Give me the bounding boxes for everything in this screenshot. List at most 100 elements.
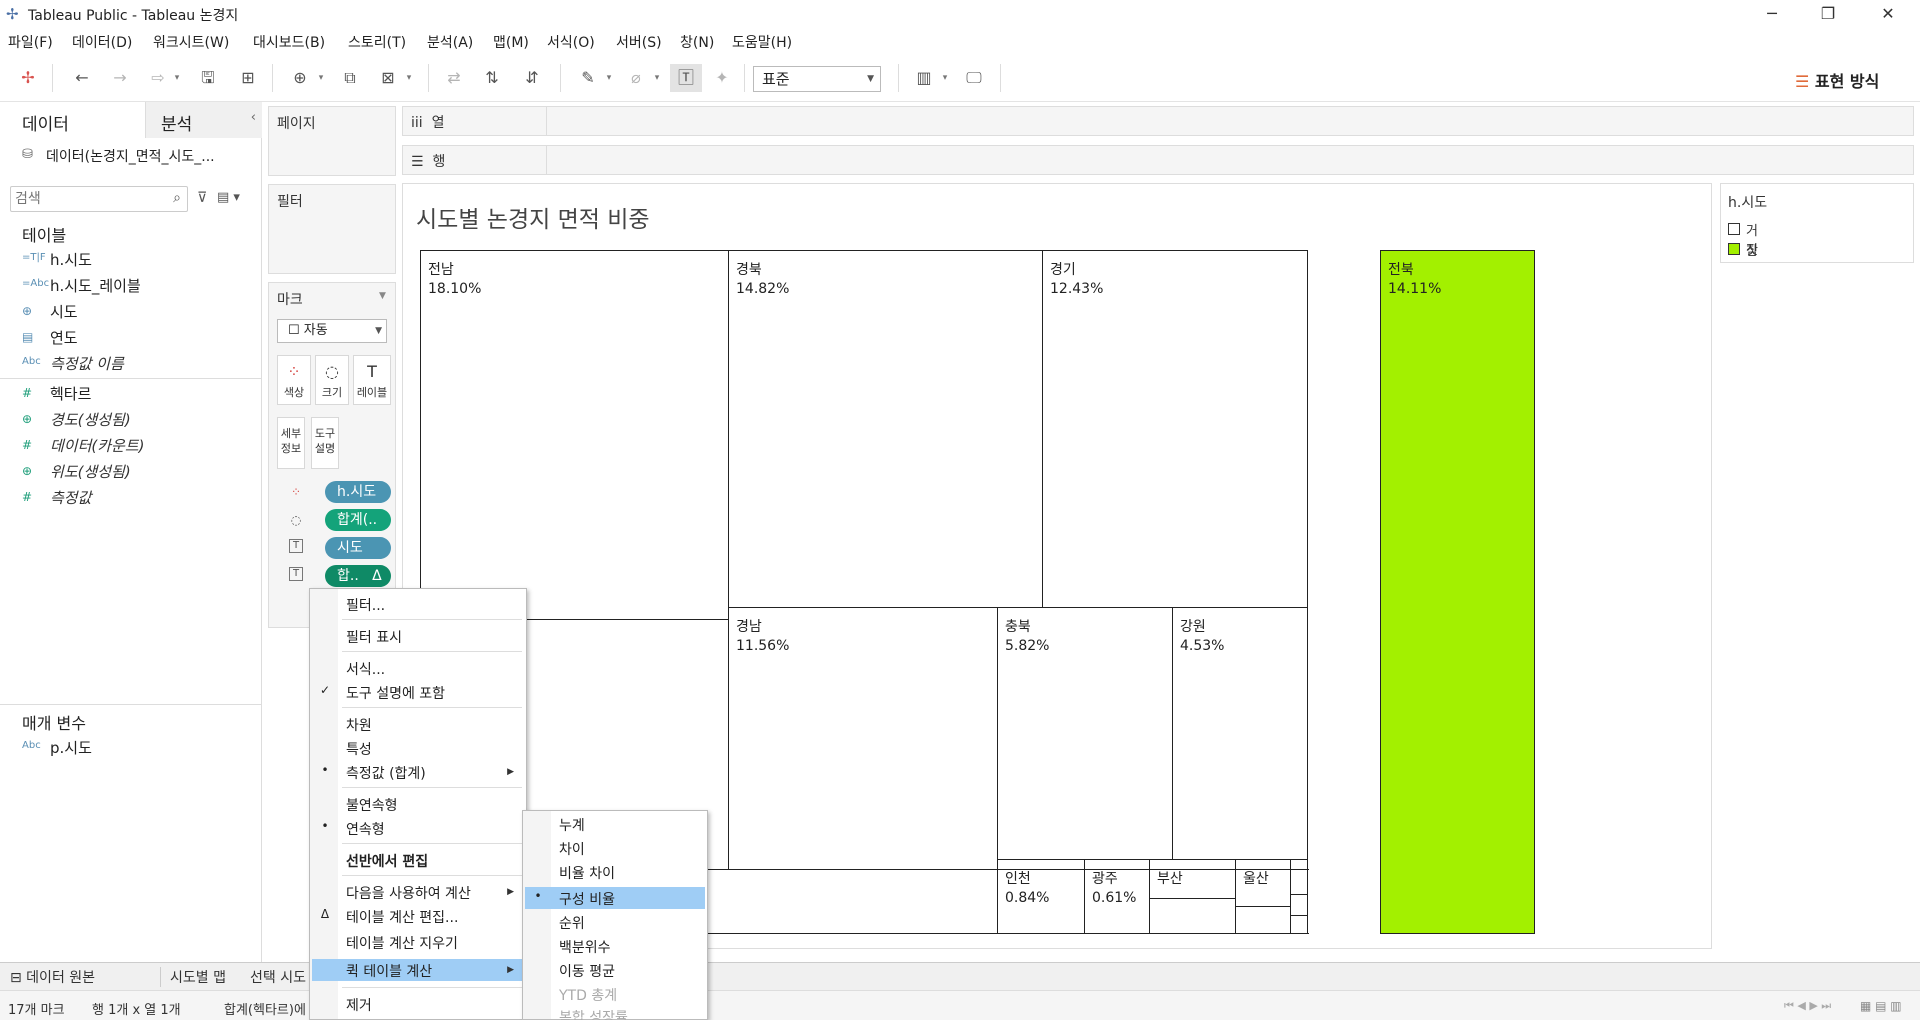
tableau-home-icon[interactable]: ✢ bbox=[16, 66, 40, 90]
show-mark-labels-icon[interactable]: 🅃 bbox=[670, 64, 702, 92]
new-worksheet-dropdown-icon[interactable]: ▾ bbox=[316, 66, 326, 90]
tooltip-button[interactable]: 도구 설명 bbox=[311, 417, 339, 469]
tab-analysis[interactable]: 분석 ‹ bbox=[145, 102, 262, 138]
show-cards-dropdown-icon[interactable]: ▾ bbox=[940, 66, 950, 90]
sub-percent-of-total[interactable]: 구성 비율 bbox=[559, 889, 615, 909]
filter-icon[interactable]: ⊽ bbox=[197, 190, 207, 206]
label-button[interactable]: T 레이블 bbox=[353, 355, 391, 405]
menu-story[interactable]: 스토리(T) bbox=[348, 32, 406, 52]
treemap-cell-jeonbuk[interactable]: 전북 14.11% bbox=[1380, 250, 1535, 934]
duplicate-sheet-icon[interactable]: ⧉ bbox=[338, 66, 362, 90]
sub-compound-growth[interactable]: 복합 성장률 bbox=[559, 1007, 628, 1020]
treemap-cell-incheon[interactable]: 인천 0.84% bbox=[997, 859, 1085, 934]
ctx-compute-using[interactable]: 다음을 사용하여 계산 bbox=[346, 883, 471, 903]
filters-shelf[interactable]: 필터 bbox=[268, 184, 396, 274]
treemap-cell-small-5[interactable] bbox=[1290, 915, 1308, 934]
new-datasource-icon[interactable]: ⊞ bbox=[236, 66, 260, 90]
ctx-discrete[interactable]: 불연속형 bbox=[346, 795, 398, 815]
ctx-edit-table-calc[interactable]: 테이블 계산 편집... bbox=[346, 907, 458, 927]
pages-shelf[interactable]: 페이지 bbox=[268, 106, 396, 176]
field-measure-values[interactable]: # 측정값 bbox=[22, 486, 252, 510]
redo-icon[interactable]: → bbox=[108, 66, 132, 90]
treemap-cell-small-3[interactable] bbox=[1290, 859, 1308, 895]
tab-data-source[interactable]: ⊟ 데이터 원본 bbox=[10, 967, 95, 987]
size-button[interactable]: ◌ 크기 bbox=[315, 355, 349, 405]
collapse-icon[interactable]: ‹ bbox=[251, 110, 256, 125]
sort-ascending-icon[interactable]: ⇅ bbox=[480, 66, 504, 90]
color-button[interactable]: ⁘ 색상 bbox=[277, 355, 311, 405]
ctx-show-filter[interactable]: 필터 표시 bbox=[346, 627, 402, 647]
treemap-cell-gyeonggi[interactable]: 경기 12.43% bbox=[1042, 250, 1308, 608]
ctx-clear-table-calc[interactable]: 테이블 계산 지우기 bbox=[346, 933, 458, 953]
treemap-cell-gwangju[interactable]: 광주 0.61% bbox=[1084, 859, 1150, 934]
field-h-sido-label[interactable]: =Abc h.시도_레이블 bbox=[22, 274, 252, 298]
datasource-name[interactable]: 데이터(논경지_면적_시도_... bbox=[46, 146, 215, 166]
undo-icon[interactable]: ← bbox=[70, 66, 94, 90]
param-p-sido[interactable]: Abc p.시도 bbox=[22, 736, 252, 760]
menu-window[interactable]: 창(N) bbox=[680, 32, 714, 52]
sub-percentile[interactable]: 백분위수 bbox=[559, 937, 611, 957]
show-cards-icon[interactable]: ▥ bbox=[912, 66, 936, 90]
rows-shelf[interactable]: ☰ 행 bbox=[402, 145, 1914, 175]
replay-icon[interactable]: ⇨ bbox=[146, 66, 170, 90]
menu-server[interactable]: 서버(S) bbox=[616, 32, 662, 52]
treemap-cell-small-1[interactable] bbox=[1149, 898, 1236, 934]
view-toggle-icons[interactable]: ▦ ▤ ▥ bbox=[1860, 999, 1902, 1013]
ctx-continuous[interactable]: 연속형 bbox=[346, 819, 385, 839]
detail-button[interactable]: 세부 정보 bbox=[277, 417, 305, 469]
treemap-cell-gangwon[interactable]: 강원 4.53% bbox=[1172, 607, 1308, 860]
ctx-remove[interactable]: 제거 bbox=[346, 995, 372, 1015]
ctx-dimension[interactable]: 차원 bbox=[346, 715, 372, 735]
pill-h-sido[interactable]: h.시도 bbox=[325, 481, 391, 503]
ctx-attribute[interactable]: 특성 bbox=[346, 739, 372, 759]
tab-sido-map[interactable]: 시도별 맵 bbox=[170, 967, 226, 987]
restore-button[interactable]: ❐ bbox=[1800, 0, 1856, 28]
clear-sheet-icon[interactable]: ⊠ bbox=[376, 66, 400, 90]
menu-data[interactable]: 데이터(D) bbox=[72, 32, 132, 52]
ctx-include-in-tooltip[interactable]: 도구 설명에 포함 bbox=[346, 683, 445, 703]
menu-help[interactable]: 도움말(H) bbox=[732, 32, 792, 52]
pill-sum-table-calc[interactable]: 합.. Δ bbox=[325, 565, 391, 587]
pill-sido[interactable]: 시도 bbox=[325, 537, 391, 559]
treemap-cell-small-4[interactable] bbox=[1290, 894, 1308, 916]
ctx-filter[interactable]: 필터... bbox=[346, 595, 385, 615]
treemap-cell-busan[interactable]: 부산 bbox=[1149, 859, 1236, 899]
treemap-cell-small-2[interactable] bbox=[1235, 906, 1291, 934]
columns-shelf[interactable]: iii 열 bbox=[402, 106, 1914, 136]
minimize-button[interactable]: ─ bbox=[1744, 0, 1800, 28]
field-h-sido[interactable]: =T|F h.시도 bbox=[22, 248, 252, 272]
mark-type-select[interactable]: ☐ 자동 ▼ bbox=[277, 319, 387, 343]
menu-dashboard[interactable]: 대시보드(B) bbox=[253, 32, 325, 52]
treemap-cell-gyeongnam[interactable]: 경남 11.56% bbox=[728, 607, 998, 870]
sheet-nav-icons[interactable]: ⏮ ◀ ▶ ⏭ bbox=[1784, 999, 1831, 1013]
menu-format[interactable]: 서식(O) bbox=[547, 32, 595, 52]
replay-dropdown-icon[interactable]: ▾ bbox=[172, 66, 182, 90]
field-year[interactable]: ▤ 연도 bbox=[22, 326, 252, 350]
save-icon[interactable]: 🖫 bbox=[196, 66, 220, 90]
show-me-button[interactable]: ☰ 표현 방식 bbox=[1795, 68, 1879, 92]
presentation-mode-icon[interactable]: 🖵 bbox=[962, 66, 986, 90]
menu-analysis[interactable]: 분석(A) bbox=[427, 32, 473, 52]
field-measure-names[interactable]: Abc 측정값 이름 bbox=[22, 352, 252, 376]
close-button[interactable]: ✕ bbox=[1860, 0, 1916, 28]
ctx-edit-in-shelf[interactable]: 선반에서 편집 bbox=[346, 851, 428, 871]
sub-rank[interactable]: 순위 bbox=[559, 913, 585, 933]
menu-map[interactable]: 맵(M) bbox=[493, 32, 529, 52]
treemap-cell-gyeongbuk[interactable]: 경북 14.82% bbox=[728, 250, 1043, 608]
field-sido[interactable]: ⊕ 시도 bbox=[22, 300, 252, 324]
group-members-icon[interactable]: ⌀ bbox=[624, 66, 648, 90]
menu-file[interactable]: 파일(F) bbox=[8, 32, 53, 52]
search-input[interactable] bbox=[15, 188, 165, 210]
sort-descending-icon[interactable]: ⇵ bbox=[520, 66, 544, 90]
field-hectare[interactable]: # 헥타르 bbox=[22, 382, 252, 406]
clear-sheet-dropdown-icon[interactable]: ▾ bbox=[404, 66, 414, 90]
new-worksheet-icon[interactable]: ⊕ bbox=[288, 66, 312, 90]
view-list-icon[interactable]: ▤ ▾ bbox=[217, 190, 240, 205]
ctx-quick-table-calc[interactable]: 퀵 테이블 계산 bbox=[346, 961, 432, 981]
sub-percent-difference[interactable]: 비율 차이 bbox=[559, 863, 615, 883]
sub-running-total[interactable]: 누계 bbox=[559, 815, 585, 835]
field-longitude[interactable]: ⊕ 경도(생성됨) bbox=[22, 408, 252, 432]
marks-menu-icon[interactable]: ▼ bbox=[379, 291, 386, 301]
ctx-measure-sum[interactable]: 측정값 (합계) bbox=[346, 763, 426, 783]
ctx-format[interactable]: 서식... bbox=[346, 659, 385, 679]
